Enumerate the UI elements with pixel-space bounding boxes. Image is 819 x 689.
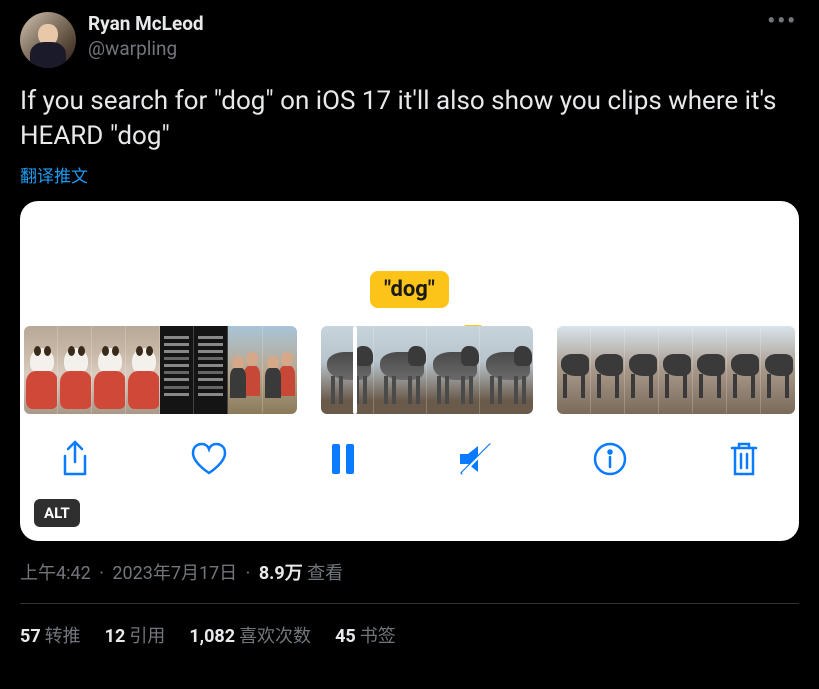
likes-count: 1,082 bbox=[189, 626, 235, 647]
thumbnail-frame bbox=[480, 326, 533, 414]
video-timeline[interactable] bbox=[20, 326, 799, 414]
handle: @warpling bbox=[88, 37, 753, 62]
quotes-count: 12 bbox=[105, 626, 126, 647]
tweet-header: Ryan McLeod @warpling ••• bbox=[20, 12, 799, 68]
media-toolbar bbox=[20, 414, 799, 500]
clip-group-1[interactable] bbox=[24, 326, 297, 414]
retweets-stat[interactable]: 57转推 bbox=[20, 622, 81, 648]
clip-group-2-active[interactable] bbox=[321, 326, 533, 414]
info-icon[interactable] bbox=[589, 438, 631, 480]
thumbnail-frame bbox=[263, 326, 297, 414]
trash-icon[interactable] bbox=[723, 438, 765, 480]
thumbnail-frame bbox=[693, 326, 727, 414]
translate-link[interactable]: 翻译推文 bbox=[20, 162, 799, 187]
views-count: 8.9万 bbox=[259, 563, 303, 584]
quotes-stat[interactable]: 12引用 bbox=[105, 622, 166, 648]
display-name: Ryan McLeod bbox=[88, 12, 753, 37]
thumbnail-frame bbox=[427, 326, 480, 414]
mute-icon[interactable] bbox=[455, 438, 497, 480]
retweets-count: 57 bbox=[20, 626, 41, 647]
thumbnail-frame bbox=[160, 326, 194, 414]
thumbnail-frame bbox=[194, 326, 228, 414]
playhead-indicator[interactable] bbox=[353, 326, 357, 414]
thumbnail-frame bbox=[58, 326, 92, 414]
clip-group-3[interactable] bbox=[557, 326, 795, 414]
bookmarks-stat[interactable]: 45书签 bbox=[335, 622, 396, 648]
thumbnail-frame bbox=[228, 326, 262, 414]
thumbnail-frame bbox=[126, 326, 160, 414]
thumbnail-frame bbox=[591, 326, 625, 414]
avatar[interactable] bbox=[20, 12, 76, 68]
thumbnail-frame bbox=[625, 326, 659, 414]
thumbnail-frame bbox=[557, 326, 591, 414]
media-header-area: "dog" bbox=[20, 201, 799, 326]
quotes-label: 引用 bbox=[129, 626, 165, 647]
bookmarks-label: 书签 bbox=[360, 626, 396, 647]
tweet-container: Ryan McLeod @warpling ••• If you search … bbox=[0, 0, 819, 660]
tweet-date[interactable]: 2023年7月17日 bbox=[112, 563, 237, 584]
thumbnail-frame bbox=[727, 326, 761, 414]
divider bbox=[20, 603, 799, 604]
thumbnail-frame bbox=[374, 326, 427, 414]
tweet-stats: 57转推 12引用 1,082喜欢次数 45书签 bbox=[20, 622, 799, 648]
alt-badge[interactable]: ALT bbox=[34, 499, 80, 527]
media-attachment[interactable]: "dog" bbox=[20, 201, 799, 541]
thumbnail-frame bbox=[92, 326, 126, 414]
thumbnail-frame bbox=[24, 326, 58, 414]
retweets-label: 转推 bbox=[45, 626, 81, 647]
share-icon[interactable] bbox=[54, 438, 96, 480]
tweet-meta: 上午4:42 · 2023年7月17日 · 8.9万 查看 bbox=[20, 559, 799, 585]
author-names[interactable]: Ryan McLeod @warpling bbox=[88, 12, 753, 61]
pause-icon[interactable] bbox=[322, 438, 364, 480]
thumbnail-frame bbox=[659, 326, 693, 414]
likes-label: 喜欢次数 bbox=[239, 626, 311, 647]
likes-stat[interactable]: 1,082喜欢次数 bbox=[189, 622, 311, 648]
views-label: 查看 bbox=[307, 563, 343, 584]
heart-icon[interactable] bbox=[188, 438, 230, 480]
more-options-button[interactable]: ••• bbox=[765, 12, 799, 31]
tweet-time[interactable]: 上午4:42 bbox=[20, 563, 91, 584]
bookmarks-count: 45 bbox=[335, 626, 356, 647]
tweet-text: If you search for "dog" on iOS 17 it'll … bbox=[20, 84, 799, 154]
search-token-label: "dog" bbox=[370, 271, 449, 308]
thumbnail-frame bbox=[321, 326, 374, 414]
thumbnail-frame bbox=[761, 326, 795, 414]
